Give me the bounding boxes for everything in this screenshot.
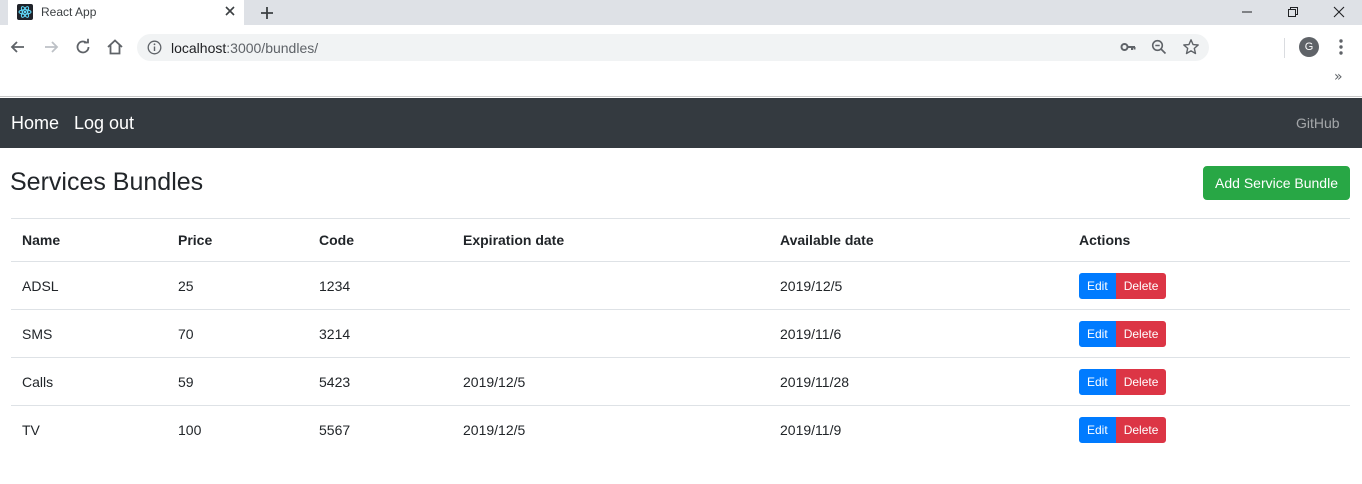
info-icon[interactable] (147, 40, 162, 55)
cell-price: 25 (178, 277, 194, 294)
column-header-available-date: Available date (769, 218, 1068, 262)
cell-code: 3214 (308, 309, 452, 358)
row-actions: Edit Delete (1079, 272, 1167, 299)
url-path: :3000/bundles/ (226, 40, 319, 56)
table-header-row: Name Price Code Expiration date Availabl… (11, 218, 1350, 262)
column-header-name: Name (11, 218, 167, 262)
edit-button[interactable]: Edit (1079, 320, 1116, 347)
column-header-actions: Actions (1068, 218, 1350, 262)
reload-icon[interactable] (73, 37, 93, 57)
kebab-menu-icon[interactable] (1332, 37, 1350, 57)
row-actions: Edit Delete (1079, 320, 1167, 347)
cell-name: Calls (11, 357, 167, 406)
key-icon[interactable] (1119, 38, 1137, 56)
cell-code: 5423 (308, 357, 452, 406)
url-text[interactable]: localhost:3000/bundles/ (171, 40, 318, 56)
address-bar[interactable]: localhost:3000/bundles/ (137, 34, 1209, 61)
browser-tab-bar: React App (0, 0, 1362, 25)
cell-available-date: 2019/11/6 (769, 309, 1068, 358)
home-icon[interactable] (105, 37, 125, 57)
cell-expiration-date (452, 262, 769, 310)
edit-button[interactable]: Edit (1079, 272, 1116, 299)
star-icon[interactable] (1182, 38, 1200, 56)
cell-actions: Edit Delete (1068, 262, 1350, 310)
cell-code: 5567 (308, 405, 452, 454)
edit-button[interactable]: Edit (1079, 416, 1116, 443)
cell-expiration-date: 2019/12/5 (452, 357, 769, 406)
cell-available-date: 2019/11/28 (769, 357, 1068, 406)
page-title: Services Bundles (10, 168, 204, 196)
back-icon[interactable] (8, 37, 28, 57)
cell-available-date: 2019/11/9 (769, 405, 1068, 454)
cell-expiration-date (452, 309, 769, 358)
cell-name: ADSL (22, 277, 59, 294)
minimize-icon[interactable] (1224, 0, 1270, 25)
nav-logout-link[interactable]: Log out (74, 113, 134, 134)
close-icon[interactable] (222, 3, 238, 19)
browser-toolbar: localhost:3000/bundles/ G » (0, 25, 1362, 97)
delete-button[interactable]: Delete (1115, 416, 1167, 443)
plus-icon[interactable] (257, 3, 277, 23)
cell-actions: Edit Delete (1068, 357, 1350, 406)
cell-name: SMS (11, 309, 167, 358)
delete-button[interactable]: Delete (1115, 368, 1167, 395)
cell-expiration-date: 2019/12/5 (452, 405, 769, 454)
cell-name: TV (11, 405, 167, 454)
browser-tab[interactable]: React App (8, 0, 244, 25)
table-row: ADSL 25 1234 2019/12/5 Edit Delete (11, 262, 1350, 310)
tab-title: React App (41, 5, 97, 19)
edit-button[interactable]: Edit (1079, 368, 1116, 395)
column-header-expiration-date: Expiration date (452, 218, 769, 262)
table-row: Calls 59 5423 2019/12/5 2019/11/28 Edit D… (11, 357, 1350, 406)
column-header-code: Code (308, 218, 452, 262)
url-host: localhost (171, 40, 227, 56)
forward-icon[interactable] (41, 37, 61, 57)
cell-actions: Edit Delete (1068, 405, 1350, 454)
column-header-price: Price (167, 218, 308, 262)
nav-github-link[interactable]: GitHub (1296, 115, 1340, 131)
react-logo-icon (17, 4, 33, 20)
row-actions: Edit Delete (1079, 368, 1167, 395)
bookmarks-overflow-chevron[interactable]: » (1334, 69, 1343, 85)
maximize-icon[interactable] (1270, 0, 1316, 25)
cell-actions: Edit Delete (1068, 309, 1350, 358)
table-row: TV 100 5567 2019/12/5 2019/11/9 Edit Dele… (11, 405, 1350, 454)
cell-available-date: 2019/12/5 (780, 277, 843, 294)
window-close-icon[interactable] (1316, 0, 1362, 25)
nav-home-link[interactable]: Home (11, 113, 59, 134)
delete-button[interactable]: Delete (1115, 320, 1167, 347)
toolbar-divider (1284, 38, 1285, 58)
zoom-icon[interactable] (1150, 38, 1168, 56)
cell-price: 59 (167, 357, 308, 406)
row-actions: Edit Delete (1079, 416, 1167, 443)
add-service-bundle-button[interactable]: Add Service Bundle (1203, 166, 1350, 200)
cell-code: 1234 (319, 277, 351, 294)
avatar[interactable]: G (1299, 37, 1319, 57)
delete-button[interactable]: Delete (1115, 272, 1167, 299)
app-navbar: Home Log out GitHub (0, 98, 1362, 148)
cell-price: 100 (167, 405, 308, 454)
bundles-table: Name Price Code Expiration date Availabl… (11, 218, 1350, 454)
cell-price: 70 (167, 309, 308, 358)
table-row: SMS 70 3214 2019/11/6 Edit Delete (11, 309, 1350, 358)
